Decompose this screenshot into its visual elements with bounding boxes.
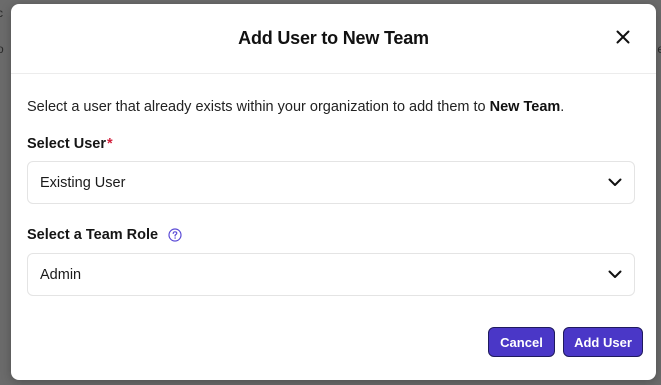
backdrop-fragment: o <box>0 42 4 56</box>
required-mark: * <box>107 136 113 152</box>
backdrop-fragment: e <box>657 42 661 56</box>
close-button[interactable] <box>612 26 634 48</box>
cancel-button[interactable]: Cancel <box>488 327 555 357</box>
team-name: New Team <box>489 99 561 115</box>
add-user-button[interactable]: Add User <box>563 327 643 357</box>
chevron-down-icon <box>608 270 622 278</box>
question-circle-icon[interactable] <box>168 228 182 242</box>
team-role-label-text: Select a Team Role <box>27 227 159 243</box>
intro-prefix: Select a user that already exists within… <box>27 99 490 115</box>
chevron-down-icon <box>608 178 622 186</box>
intro-text: Select a user that already exists within… <box>27 98 640 116</box>
select-user-dropdown[interactable]: Existing User <box>27 161 635 204</box>
team-role-value: Admin <box>40 266 82 283</box>
team-role-dropdown[interactable]: Admin <box>27 253 635 296</box>
select-user-label: Select User * <box>27 136 640 152</box>
modal-body: Select a user that already exists within… <box>11 74 656 296</box>
close-icon <box>616 30 630 44</box>
backdrop-fragment: c <box>0 6 3 20</box>
select-user-label-text: Select User <box>27 136 106 152</box>
team-role-label: Select a Team Role <box>27 227 640 243</box>
select-user-value: Existing User <box>40 174 126 191</box>
modal-header: Add User to New Team <box>11 4 656 74</box>
modal-footer: Cancel Add User <box>488 327 643 357</box>
modal-title: Add User to New Team <box>238 28 429 48</box>
add-user-modal: Add User to New Team Select a user that … <box>11 4 656 380</box>
intro-suffix: . <box>560 99 565 115</box>
